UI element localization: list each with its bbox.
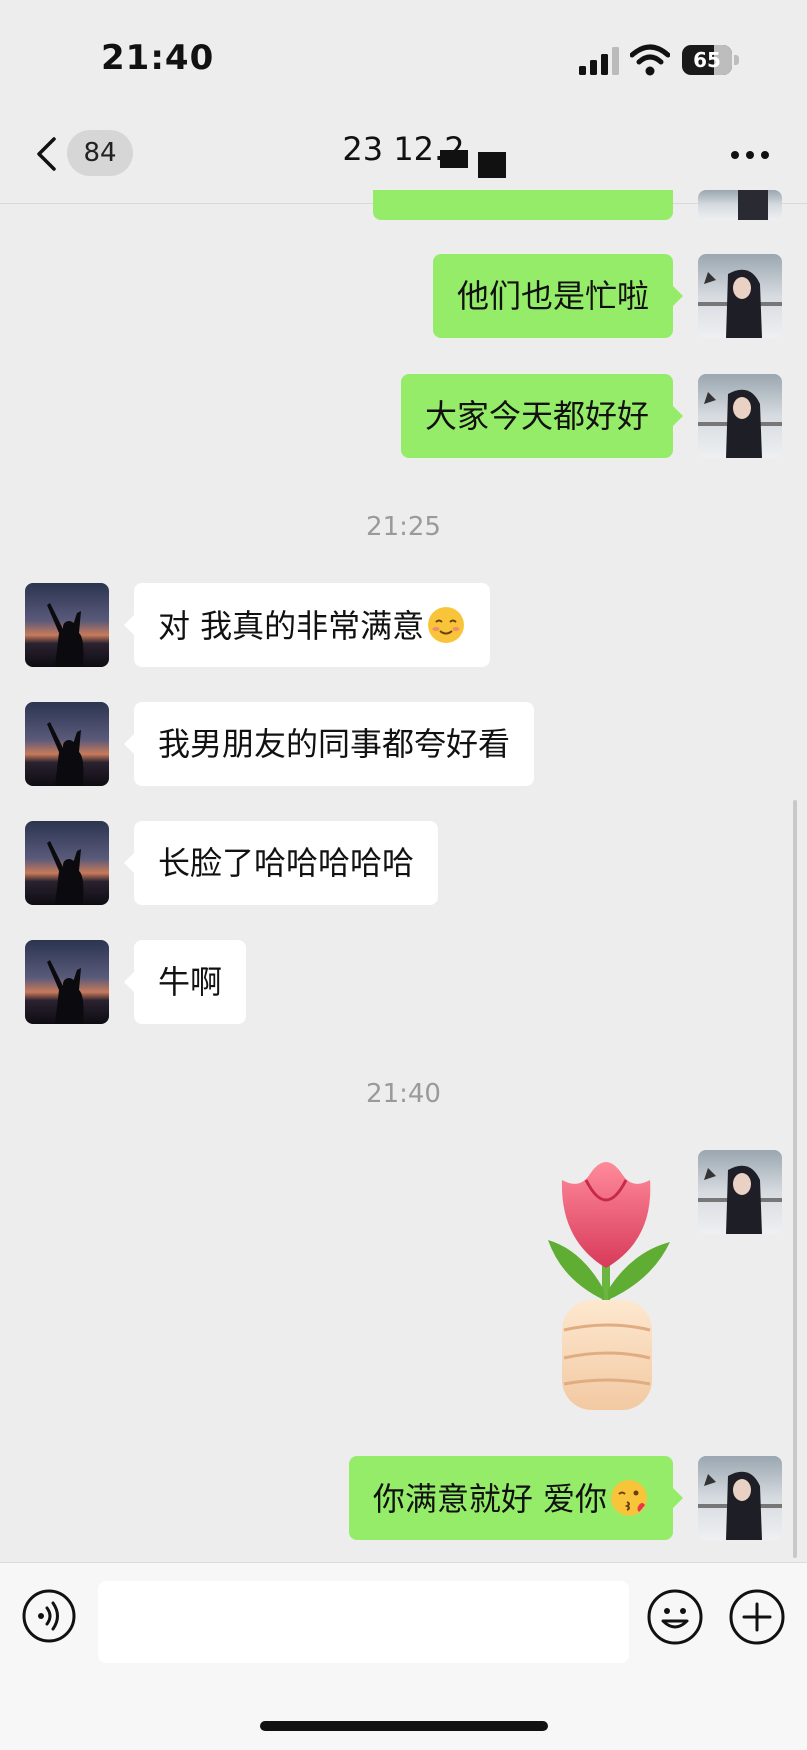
cellular-signal-icon [579,47,619,75]
message-bubble-incoming[interactable]: 我男朋友的同事都夸好看 [124,702,535,786]
kiss-wink-emoji-icon [611,1480,647,1516]
message-text: 他们也是忙啦 [456,277,649,315]
voice-icon[interactable] [22,1589,76,1643]
timestamp-divider: 21:25 [366,512,441,542]
chat-scrollbar[interactable] [793,800,797,1558]
battery-level: 65 [693,48,721,72]
bubble-tail [672,285,683,307]
message-text: 你满意就好 爱你 [372,1480,607,1518]
message-partial-bubble [373,190,673,220]
contact-avatar[interactable] [25,702,109,786]
my-avatar[interactable] [698,1150,782,1234]
message-bubble-outgoing[interactable]: 你满意就好 爱你 [348,1456,683,1540]
message-bubble-incoming[interactable]: 长脸了哈哈哈哈哈 [124,821,439,905]
contact-avatar[interactable] [25,583,109,667]
bubble-tail [124,971,135,993]
bubble-tail [672,405,683,427]
my-avatar[interactable] [698,1456,782,1540]
my-avatar[interactable] [698,254,782,338]
emoji-icon[interactable] [647,1589,703,1645]
chat-title: 23 12.2 [342,130,465,168]
home-indicator[interactable] [260,1721,548,1731]
rose-in-fist-sticker[interactable] [542,1150,674,1420]
message-bubble-outgoing[interactable]: 大家今天都好好 [400,374,683,458]
message-bubble-outgoing[interactable]: 他们也是忙啦 [432,254,683,338]
message-text: 我男朋友的同事都夸好看 [158,725,511,763]
chat-header: 84 23 12.2 [0,100,807,204]
contact-avatar[interactable] [25,940,109,1024]
bubble-tail [124,852,135,874]
message-bubble-incoming[interactable]: 牛啊 [124,940,247,1024]
message-text: 牛啊 [158,963,223,1001]
message-text: 大家今天都好好 [424,397,649,435]
bubble-tail [672,1487,683,1509]
message-text: 对 我真的非常满意 [158,607,425,645]
plus-icon[interactable] [729,1589,785,1645]
more-options-icon[interactable] [730,150,770,160]
message-text: 长脸了哈哈哈哈哈 [158,844,415,882]
battery-indicator: 65 [682,45,739,75]
battery-cap [734,55,739,65]
bubble-tail [124,733,135,755]
shy-smile-emoji-icon [428,607,465,643]
my-avatar[interactable] [698,374,782,458]
status-time: 21:40 [101,38,215,78]
message-bubble-incoming[interactable]: 对 我真的非常满意 [124,583,491,667]
contact-avatar[interactable] [25,821,109,905]
message-input[interactable] [98,1581,629,1663]
my-avatar[interactable] [698,190,782,220]
redaction-block [478,152,506,178]
timestamp-divider: 21:40 [366,1079,441,1109]
chat-input-bar [0,1562,807,1750]
redaction-block [440,150,468,168]
bubble-tail [124,614,135,636]
wifi-icon [630,44,670,76]
